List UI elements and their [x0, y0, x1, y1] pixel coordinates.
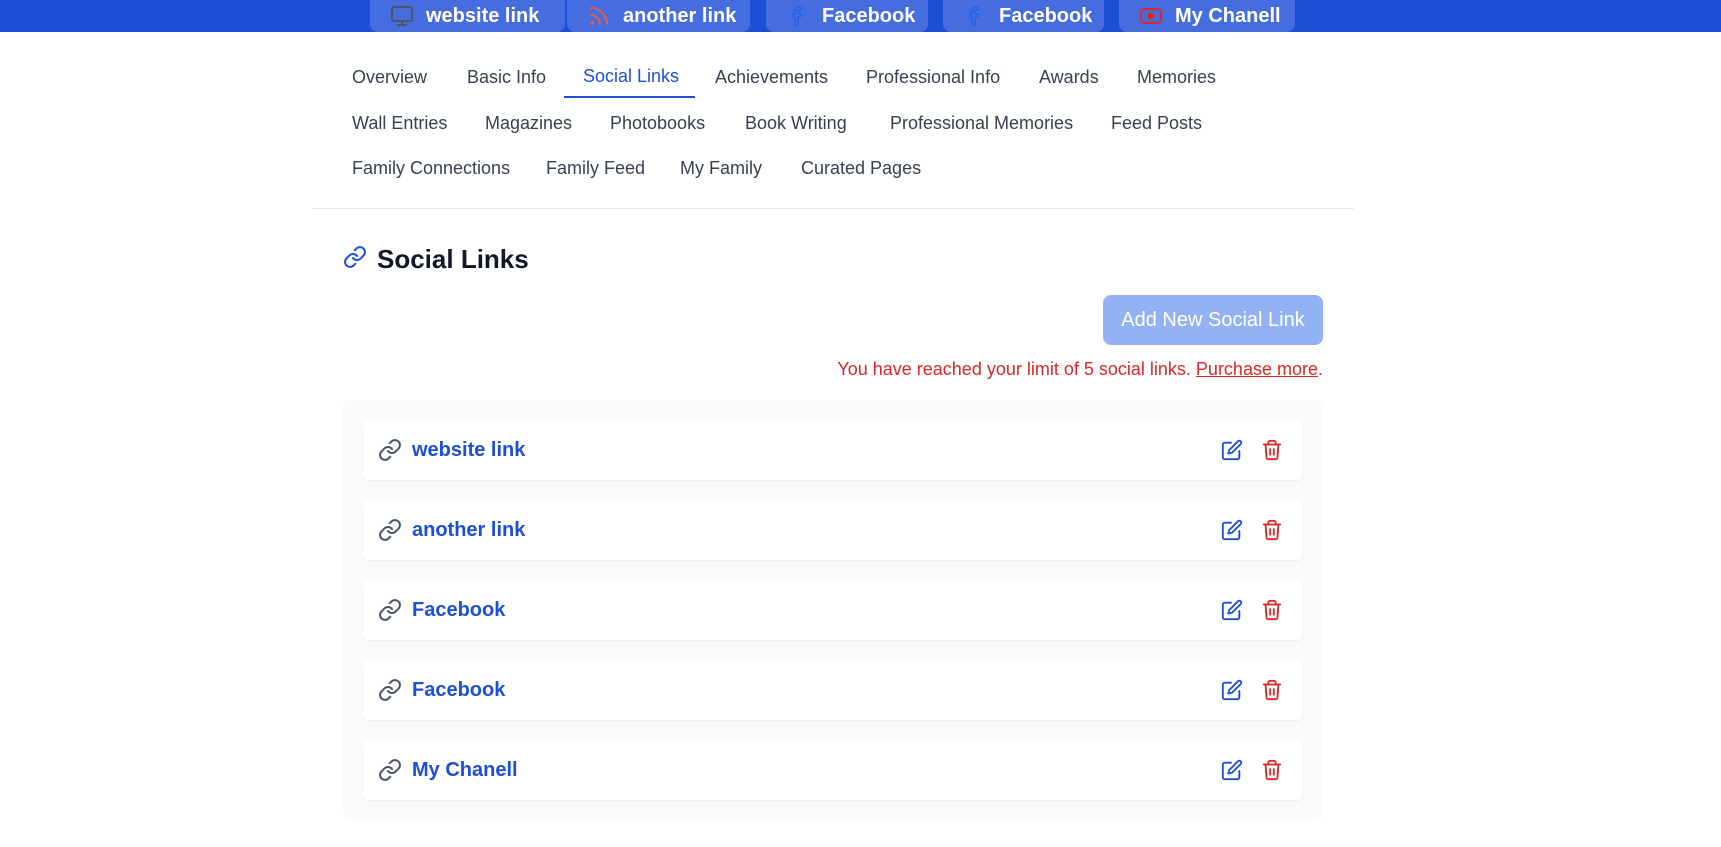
tab-family-feed[interactable]: Family Feed: [546, 158, 645, 179]
row-actions: [1221, 759, 1283, 781]
trash-icon[interactable]: [1261, 759, 1283, 781]
tabs-divider: [313, 208, 1354, 209]
trash-icon[interactable]: [1261, 679, 1283, 701]
limit-message-text: You have reached your limit of 5 social …: [837, 359, 1191, 379]
list-item: another link: [363, 500, 1303, 560]
tab-magazines[interactable]: Magazines: [485, 113, 572, 134]
monitor-icon: [391, 6, 413, 26]
page-title: Social Links: [377, 244, 529, 274]
youtube-icon: [1140, 8, 1162, 24]
tab-social-links[interactable]: Social Links: [583, 66, 679, 87]
tab-memories[interactable]: Memories: [1137, 67, 1216, 88]
tab-achievements[interactable]: Achievements: [715, 67, 828, 88]
tab-photobooks[interactable]: Photobooks: [610, 113, 705, 134]
social-link-title[interactable]: Facebook: [412, 599, 505, 622]
link-icon: [379, 679, 401, 701]
edit-icon[interactable]: [1221, 759, 1243, 781]
tab-curated-pages[interactable]: Curated Pages: [801, 158, 921, 179]
tab-basic-info[interactable]: Basic Info: [467, 67, 546, 88]
tab-feed-posts[interactable]: Feed Posts: [1111, 113, 1202, 134]
tab-book-writing[interactable]: Book Writing: [745, 113, 847, 134]
banner-link-label: another link: [623, 4, 737, 27]
list-item: website link: [363, 420, 1303, 480]
tab-awards[interactable]: Awards: [1039, 67, 1099, 88]
row-actions: [1221, 439, 1283, 461]
link-icon: [344, 246, 366, 268]
list-item: My Chanell: [363, 740, 1303, 800]
banner-link-youtube[interactable]: My Chanell: [1119, 0, 1295, 32]
list-item: Facebook: [363, 580, 1303, 640]
active-tab-indicator: [564, 96, 695, 98]
social-link-title[interactable]: My Chanell: [412, 759, 518, 782]
purchase-more-link[interactable]: Purchase more: [1196, 359, 1318, 379]
edit-icon[interactable]: [1221, 439, 1243, 461]
social-links-banner: website link another link Facebook Faceb…: [0, 0, 1721, 32]
limit-message-suffix: .: [1317, 359, 1323, 379]
edit-icon[interactable]: [1221, 599, 1243, 621]
link-icon: [379, 759, 401, 781]
tab-wall-entries[interactable]: Wall Entries: [352, 113, 447, 134]
social-link-title[interactable]: another link: [412, 519, 525, 542]
limit-message: You have reached your limit of 5 social …: [837, 359, 1323, 380]
banner-link-label: website link: [426, 4, 540, 27]
tab-overview[interactable]: Overview: [352, 67, 427, 88]
add-social-link-button[interactable]: Add New Social Link: [1103, 295, 1323, 345]
edit-icon[interactable]: [1221, 679, 1243, 701]
tab-professional-info[interactable]: Professional Info: [866, 67, 1000, 88]
banner-link-label: Facebook: [999, 4, 1093, 27]
trash-icon[interactable]: [1261, 439, 1283, 461]
facebook-icon: [969, 6, 979, 26]
trash-icon[interactable]: [1261, 519, 1283, 541]
banner-link-website[interactable]: website link: [370, 0, 565, 32]
row-actions: [1221, 519, 1283, 541]
banner-link-label: Facebook: [822, 4, 916, 27]
banner-link-facebook-1[interactable]: Facebook: [766, 0, 928, 32]
tab-my-family[interactable]: My Family: [680, 158, 762, 179]
social-link-title[interactable]: Facebook: [412, 679, 505, 702]
banner-link-facebook-2[interactable]: Facebook: [943, 0, 1104, 32]
trash-icon[interactable]: [1261, 599, 1283, 621]
rss-icon: [589, 7, 608, 26]
social-link-title[interactable]: website link: [412, 439, 525, 462]
list-item: Facebook: [363, 660, 1303, 720]
facebook-icon: [792, 6, 802, 26]
tab-professional-memories[interactable]: Professional Memories: [890, 113, 1073, 134]
link-icon: [379, 599, 401, 621]
banner-link-another[interactable]: another link: [567, 0, 750, 32]
link-icon: [379, 519, 401, 541]
edit-icon[interactable]: [1221, 519, 1243, 541]
banner-link-label: My Chanell: [1175, 4, 1281, 27]
row-actions: [1221, 679, 1283, 701]
tab-family-connections[interactable]: Family Connections: [352, 158, 510, 179]
link-icon: [379, 439, 401, 461]
row-actions: [1221, 599, 1283, 621]
